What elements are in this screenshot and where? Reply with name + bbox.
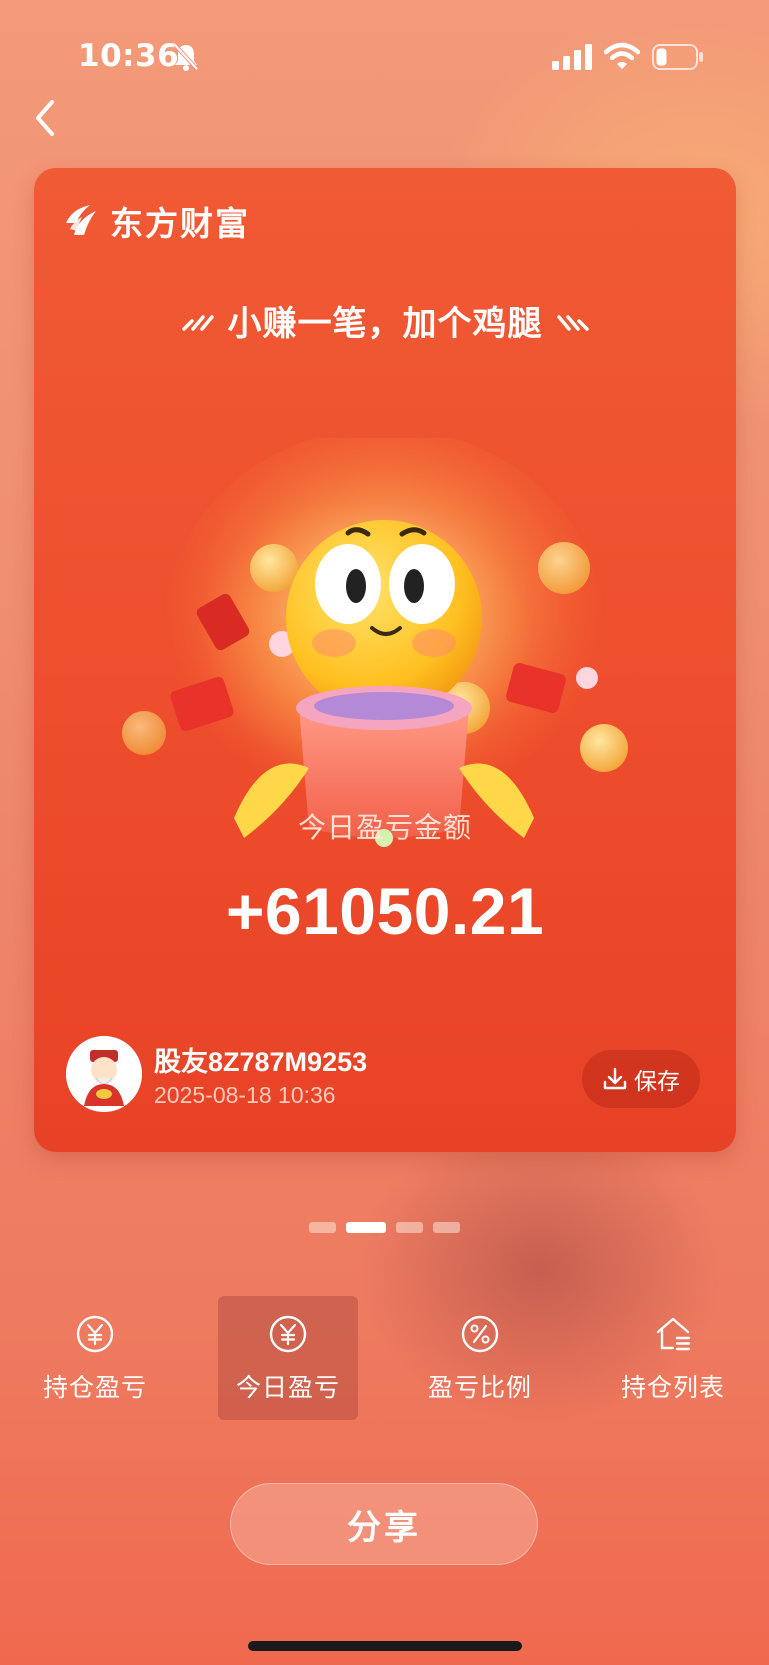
yen-circle-icon <box>269 1315 307 1353</box>
share-label: 分享 <box>347 1507 421 1548</box>
status-bar: 10:36 <box>0 0 769 110</box>
tab-label: 持仓列表 <box>620 1373 725 1402</box>
god-of-wealth-avatar-icon <box>66 1036 142 1112</box>
signal-icon <box>552 44 592 70</box>
tab-holding-list[interactable]: 持仓列表 <box>603 1296 743 1420</box>
house-list-icon <box>656 1317 691 1351</box>
timestamp: 2025-08-18 10:36 <box>154 1082 336 1108</box>
page-dot[interactable] <box>396 1222 423 1233</box>
status-time: 10:36 <box>78 38 180 74</box>
tab-label: 今日盈亏 <box>235 1373 340 1402</box>
eastmoney-logo-icon <box>66 205 96 235</box>
brand-logo: 东方财富 <box>62 198 250 244</box>
tab-pnl-ratio[interactable]: 盈亏比例 <box>410 1296 550 1420</box>
page-dot[interactable] <box>433 1222 460 1233</box>
card-type-tabs: 持仓盈亏 今日盈亏 盈亏比例 持仓列表 <box>0 1296 769 1420</box>
pnl-amount: +61050.21 <box>225 874 545 948</box>
bell-off-icon <box>173 43 199 71</box>
percent-circle-icon <box>461 1315 499 1353</box>
download-icon <box>603 1067 627 1090</box>
slogan-row: 小赚一笔，加个鸡腿 <box>34 296 736 345</box>
tab-holding-pnl[interactable]: 持仓盈亏 <box>25 1296 165 1420</box>
avatar <box>66 1036 142 1112</box>
page-indicator <box>0 1222 769 1233</box>
home-indicator[interactable] <box>248 1641 522 1651</box>
slogan-text: 小赚一笔，加个鸡腿 <box>227 304 543 344</box>
wifi-icon <box>604 42 640 69</box>
back-button[interactable] <box>26 96 66 140</box>
share-button[interactable]: 分享 <box>230 1483 538 1565</box>
tab-today-pnl[interactable]: 今日盈亏 <box>218 1296 358 1420</box>
brand-name: 东方财富 <box>110 204 250 243</box>
yen-circle-icon <box>76 1315 114 1353</box>
slash-decoration-right-icon <box>556 314 589 331</box>
page-dot[interactable] <box>309 1222 336 1233</box>
user-name: 股友8Z787M9253 <box>154 1047 368 1077</box>
slash-decoration-left-icon <box>181 314 214 331</box>
pnl-share-card: 东方财富 小赚一笔，加个鸡腿 今日盈亏金额 +61050.21 股友8Z787M… <box>34 168 736 1152</box>
battery-icon <box>652 44 703 70</box>
page-dot-active[interactable] <box>346 1222 386 1233</box>
tab-label: 盈亏比例 <box>427 1373 532 1402</box>
pnl-label: 今日盈亏金额 <box>297 811 472 844</box>
save-label: 保存 <box>634 1069 680 1095</box>
tab-label: 持仓盈亏 <box>42 1373 147 1402</box>
save-button[interactable]: 保存 <box>582 1050 700 1108</box>
